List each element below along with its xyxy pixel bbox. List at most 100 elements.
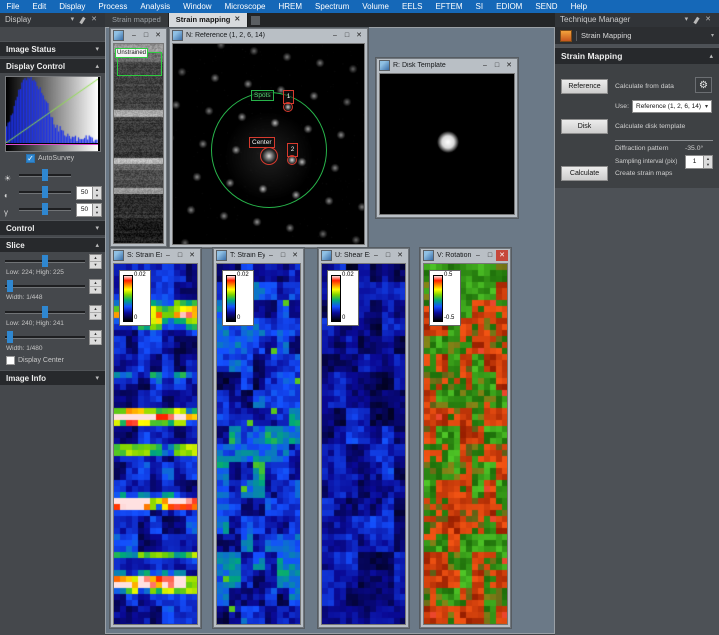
close-button[interactable]: ✕	[353, 30, 365, 41]
strain-mapping-section-header[interactable]: Strain Mapping ▴	[555, 47, 719, 64]
maximize-button[interactable]: □	[382, 250, 394, 261]
maximize-button[interactable]: □	[140, 30, 152, 41]
slice-spinner[interactable]: ▲ ▼	[89, 305, 102, 320]
disk-template-canvas[interactable]	[380, 74, 514, 214]
g1-marker-circle[interactable]	[283, 102, 293, 112]
maximize-button[interactable]: □	[491, 60, 503, 71]
spots-roi-label[interactable]: Spots	[251, 90, 274, 101]
close-button[interactable]: ✕	[496, 250, 508, 261]
minimize-button[interactable]: –	[329, 30, 341, 41]
disk-template-titlebar[interactable]: R: Disk Template – □ ✕	[377, 59, 517, 72]
slice-spinner[interactable]: ▲ ▼	[89, 330, 102, 345]
slice-track[interactable]	[5, 336, 85, 339]
minimize-button[interactable]: –	[472, 250, 484, 261]
survey-image-area[interactable]: Unstrained	[113, 43, 164, 244]
pin-icon[interactable]	[79, 16, 86, 24]
slice-thumb[interactable]	[42, 255, 48, 267]
tab-strain-mapping[interactable]: Strain mapping ✕	[168, 13, 249, 27]
maximize-button[interactable]: □	[341, 30, 353, 41]
histogram-canvas[interactable]	[6, 77, 98, 143]
close-button[interactable]: ✕	[152, 30, 164, 41]
menu-process[interactable]: Process	[92, 0, 134, 13]
spin-down-icon[interactable]: ▼	[90, 313, 101, 320]
spin-down-icon[interactable]: ▼	[90, 338, 101, 345]
display-panel-titlebar[interactable]: Display ▾ ✕	[0, 13, 105, 27]
shear-exy-titlebar[interactable]: U: Shear Exy – □ ✕	[319, 249, 408, 262]
close-button[interactable]: ✕	[186, 250, 198, 261]
maximize-button[interactable]: □	[277, 250, 289, 261]
shear-exy-image-area[interactable]: 0.02 0	[321, 263, 406, 625]
menu-spectrum[interactable]: Spectrum	[309, 0, 356, 13]
minimize-button[interactable]: –	[128, 30, 140, 41]
tab-close-icon[interactable]: ✕	[234, 13, 240, 27]
slice-spinner[interactable]: ▲ ▼	[89, 279, 102, 294]
menu-display[interactable]: Display	[53, 0, 92, 13]
slice-track[interactable]	[5, 285, 85, 288]
menu-microscope[interactable]: Microscope	[218, 0, 272, 13]
maximize-button[interactable]: □	[174, 250, 186, 261]
contrast-thumb[interactable]	[42, 186, 48, 198]
menu-ediom[interactable]: EDIOM	[490, 0, 529, 13]
slice-spinner[interactable]: ▲ ▼	[89, 254, 102, 269]
strain-eyy-image-area[interactable]: 0.02 0	[216, 263, 301, 625]
rotation-image-area[interactable]: 0.5 -0.5	[423, 263, 508, 625]
unstrained-roi-label[interactable]: Unstrained	[115, 48, 149, 58]
reference-button[interactable]: Reference	[561, 79, 608, 94]
strain-exx-image-area[interactable]: 0.02 0	[113, 263, 198, 625]
technique-selector-bar[interactable]: Strain Mapping ▾	[555, 27, 719, 44]
spin-down-icon[interactable]: ▼	[90, 287, 101, 294]
menu-file[interactable]: File	[0, 0, 26, 13]
panel-menu-icon[interactable]: ▾	[68, 13, 78, 27]
close-button[interactable]: ✕	[394, 250, 406, 261]
image-info-header[interactable]: Image Info ▾	[0, 370, 105, 385]
spin-up-icon[interactable]: ▲	[90, 306, 101, 313]
strain-eyy-titlebar[interactable]: T: Strain Eyy – □ ✕	[214, 249, 303, 262]
spin-up-icon[interactable]: ▲	[90, 331, 101, 338]
spin-up-icon[interactable]: ▲	[90, 255, 101, 262]
image-status-header[interactable]: Image Status ▾	[0, 41, 105, 56]
sampling-interval-spinner[interactable]: 1 ▲ ▼	[685, 155, 713, 169]
minimize-button[interactable]: –	[265, 250, 277, 261]
menu-eels[interactable]: EELS	[395, 0, 428, 13]
minimize-button[interactable]: –	[479, 60, 491, 71]
center-roi-circle[interactable]	[260, 147, 278, 165]
gamma-thumb[interactable]	[42, 203, 48, 215]
reference-dropdown[interactable]: Reference (1, 2, 6, 14) ▾	[632, 100, 712, 113]
spin-down-icon[interactable]: ▼	[704, 162, 712, 168]
menu-help[interactable]: Help	[564, 0, 593, 13]
maximize-button[interactable]: □	[484, 250, 496, 261]
minimize-button[interactable]: –	[370, 250, 382, 261]
gear-icon[interactable]: ⚙	[695, 77, 712, 93]
reference-image-area[interactable]: Spots Center 1 2	[172, 43, 365, 245]
disk-template-image-area[interactable]	[379, 73, 515, 215]
menu-volume[interactable]: Volume	[356, 0, 396, 13]
menu-si[interactable]: SI	[469, 0, 490, 13]
survey-titlebar[interactable]: – □ ✕	[111, 29, 166, 42]
calculate-button[interactable]: Calculate	[561, 166, 608, 181]
slice-header[interactable]: Slice ▴	[0, 237, 105, 252]
chevron-down-icon[interactable]: ▾	[711, 32, 714, 39]
display-control-header[interactable]: Display Control ▴	[0, 58, 105, 73]
menu-analysis[interactable]: Analysis	[134, 0, 177, 13]
pin-icon[interactable]	[693, 16, 700, 24]
disk-button[interactable]: Disk	[561, 119, 608, 134]
sampling-spin-arrows[interactable]: ▲ ▼	[703, 156, 712, 168]
slice-thumb[interactable]	[7, 280, 13, 292]
menu-eftem[interactable]: EFTEM	[429, 0, 469, 13]
panel-close-icon[interactable]: ✕	[702, 13, 714, 27]
menu-edit[interactable]: Edit	[26, 0, 53, 13]
panel-menu-icon[interactable]: ▾	[682, 13, 692, 27]
g2-marker-circle[interactable]	[287, 155, 297, 165]
strain-exx-titlebar[interactable]: S: Strain Exx – □ ✕	[111, 249, 200, 262]
technique-manager-titlebar[interactable]: Technique Manager ▾ ✕	[555, 13, 719, 27]
control-header[interactable]: Control ▾	[0, 220, 105, 235]
slice-thumb[interactable]	[42, 306, 48, 318]
histogram-display[interactable]	[5, 76, 101, 152]
display-center-checkbox[interactable]	[6, 356, 15, 365]
minimize-button[interactable]: –	[162, 250, 174, 261]
center-roi-label[interactable]: Center	[249, 137, 275, 148]
reference-titlebar[interactable]: N: Reference (1, 2, 6, 14) – □ ✕	[170, 29, 367, 42]
close-button[interactable]: ✕	[503, 60, 515, 71]
tab-strain-mapped[interactable]: Strain mapped	[105, 13, 169, 27]
menu-send[interactable]: SEND	[529, 0, 564, 13]
